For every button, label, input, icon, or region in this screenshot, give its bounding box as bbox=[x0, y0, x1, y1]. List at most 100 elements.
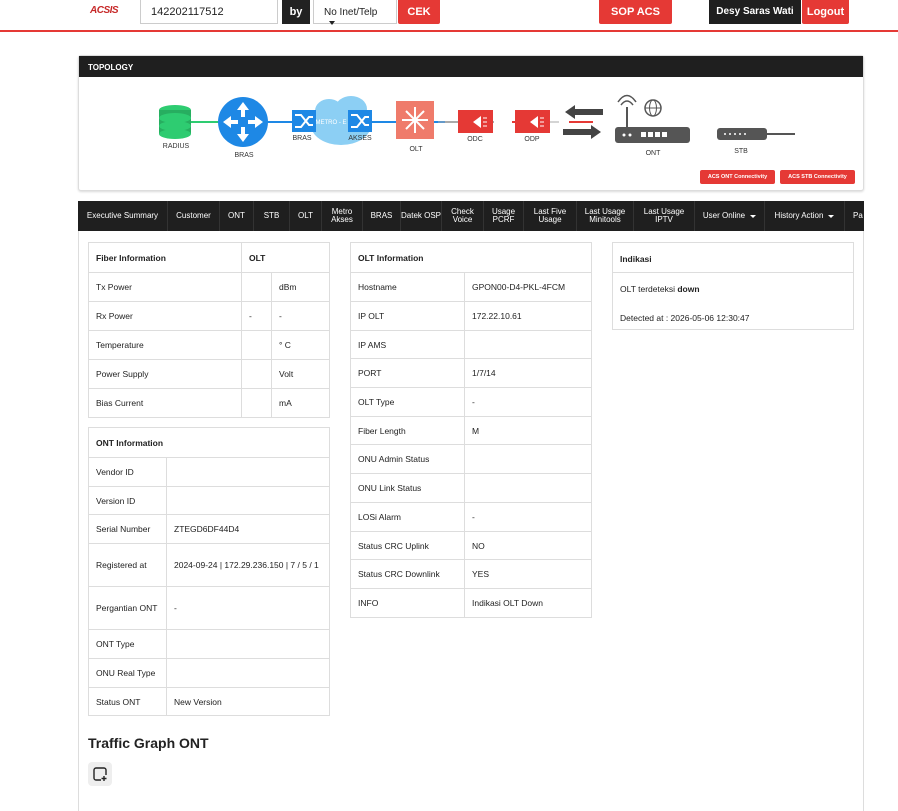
indikasi-detected-at: Detected at : 2026-05-06 12:30:47 bbox=[620, 313, 750, 323]
table-row: IP OLT 172.22.10.61 bbox=[350, 301, 592, 331]
table-row: Status CRC Downlink YES bbox=[350, 559, 592, 589]
ont-value: New Version bbox=[166, 687, 330, 716]
table-row: Pergantian ONT - bbox=[88, 586, 330, 630]
table-row: Vendor ID bbox=[88, 457, 330, 487]
olt-value bbox=[464, 444, 592, 474]
add-box-icon bbox=[93, 767, 107, 781]
olt-label: LOSi Alarm bbox=[350, 502, 465, 532]
ont-label: Status ONT bbox=[88, 687, 167, 716]
table-row: IP AMS bbox=[350, 330, 592, 359]
table-row: Bias Current mA bbox=[88, 388, 330, 418]
olt-label: Status CRC Uplink bbox=[350, 531, 465, 560]
indikasi-title: Indikasi bbox=[613, 243, 853, 273]
odc-icon bbox=[458, 110, 493, 133]
nav-ont[interactable]: ONT bbox=[220, 201, 254, 231]
nav-check-voice[interactable]: Check Voice bbox=[442, 201, 484, 231]
chevron-down-icon bbox=[828, 214, 835, 218]
olt-label: ONU Admin Status bbox=[350, 444, 465, 474]
traffic-graph-title: Traffic Graph ONT bbox=[88, 735, 209, 751]
nav-last-usage-iptv[interactable]: Last Usage IPTV bbox=[634, 201, 695, 231]
odp-label: ODP bbox=[524, 136, 540, 143]
bras-router-icon bbox=[218, 97, 268, 147]
fiber-olt-header: OLT bbox=[241, 242, 330, 273]
ont-value bbox=[166, 486, 330, 515]
olt-icon bbox=[396, 101, 434, 139]
table-row: Status CRC Uplink NO bbox=[350, 531, 592, 560]
nav-datek-osp[interactable]: Datek OSP bbox=[401, 201, 442, 231]
nav-usage-pcrf[interactable]: Usage PCRF bbox=[484, 201, 524, 231]
nav-executive-summary[interactable]: Executive Summary bbox=[78, 201, 168, 231]
search-input[interactable]: 142202117512 bbox=[140, 0, 278, 24]
nav-last-usage-minitools[interactable]: Last Usage Minitools bbox=[577, 201, 634, 231]
acs-ont-connectivity-button[interactable]: ACS ONT Connectivity bbox=[700, 170, 775, 184]
table-row: Temperature ° C bbox=[88, 330, 330, 360]
nav-olt[interactable]: OLT bbox=[290, 201, 322, 231]
ont-value: - bbox=[166, 586, 330, 630]
olt-label: Hostname bbox=[350, 272, 465, 302]
app-logo[interactable]: ACSIS bbox=[90, 5, 119, 16]
by-label: by bbox=[282, 0, 310, 24]
fiber-unit: Volt bbox=[271, 359, 330, 389]
nav-stb[interactable]: STB bbox=[254, 201, 290, 231]
topology-card: TOPOLOGY RADIUS BRAS BRAS METRO - E AKSE… bbox=[78, 55, 864, 191]
indikasi-status: OLT terdeteksi down bbox=[613, 273, 853, 294]
ont-label: ONU Real Type bbox=[88, 658, 167, 688]
fiber-unit: mA bbox=[271, 388, 330, 418]
odp-icon bbox=[515, 110, 550, 133]
ont-information-table: ONT Information Vendor ID Version ID Ser… bbox=[88, 427, 330, 716]
chevron-down-icon bbox=[750, 214, 757, 218]
fiber-value bbox=[241, 359, 272, 389]
nav-metro-akses[interactable]: Metro Akses bbox=[322, 201, 363, 231]
olt-label: ONU Link Status bbox=[350, 473, 465, 503]
olt-value bbox=[464, 330, 592, 359]
table-row: PORT 1/7/14 bbox=[350, 358, 592, 388]
nav-bras[interactable]: BRAS bbox=[363, 201, 401, 231]
fiber-unit: - bbox=[271, 301, 330, 331]
fiber-value bbox=[241, 272, 272, 302]
nav-customer[interactable]: Customer bbox=[168, 201, 220, 231]
search-type-select[interactable]: No Inet/Telp bbox=[313, 0, 397, 26]
table-row: ONT Type bbox=[88, 629, 330, 659]
olt-label: IP OLT bbox=[350, 301, 465, 331]
table-row: Tx Power dBm bbox=[88, 272, 330, 302]
ont-label: Registered at bbox=[88, 543, 167, 587]
nav-last-five-usage[interactable]: Last Five Usage bbox=[524, 201, 577, 231]
radius-label: RADIUS bbox=[162, 143, 190, 150]
olt-value: Indikasi OLT Down bbox=[464, 588, 592, 618]
ont-label: ONT bbox=[645, 150, 661, 157]
olt-label: OLT bbox=[409, 146, 423, 153]
olt-label: INFO bbox=[350, 588, 465, 618]
nav-user-online[interactable]: User Online bbox=[695, 201, 765, 231]
expand-graph-button[interactable] bbox=[88, 762, 112, 786]
nav-user-online-label: User Online bbox=[702, 211, 746, 220]
sop-acs-button[interactable]: SOP ACS bbox=[599, 0, 672, 24]
table-row: Serial Number ZTEGD6DF44D4 bbox=[88, 514, 330, 544]
olt-value: YES bbox=[464, 559, 592, 589]
nav-history-action-label: History Action bbox=[774, 211, 824, 220]
user-name[interactable]: Desy Saras Wati bbox=[709, 0, 801, 24]
table-row: Hostname GPON00-D4-PKL-4FCM bbox=[350, 272, 592, 302]
olt-value: M bbox=[464, 416, 592, 445]
search-type-value: No Inet/Telp bbox=[324, 7, 378, 18]
logout-button[interactable]: Logout bbox=[802, 0, 849, 24]
nav-history-action[interactable]: History Action bbox=[765, 201, 845, 231]
stb-icon bbox=[717, 128, 767, 140]
ont-label: ONT Type bbox=[88, 629, 167, 659]
olt-value: 172.22.10.61 bbox=[464, 301, 592, 331]
ont-value: 2024-09-24 | 172.29.236.150 | 7 / 5 / 1 bbox=[166, 543, 330, 587]
indikasi-status-value: down bbox=[677, 284, 700, 294]
olt-value: 1/7/14 bbox=[464, 358, 592, 388]
ont-value bbox=[166, 658, 330, 688]
olt-label: Fiber Length bbox=[350, 416, 465, 445]
fiber-label: Rx Power bbox=[88, 301, 242, 331]
olt-information-table: OLT Information Hostname GPON00-D4-PKL-4F… bbox=[350, 242, 592, 618]
acs-stb-connectivity-button[interactable]: ACS STB Connectivity bbox=[780, 170, 855, 184]
ont-label: Vendor ID bbox=[88, 457, 167, 487]
bras-label: BRAS bbox=[234, 152, 254, 159]
cek-button[interactable]: CEK bbox=[398, 0, 440, 24]
nav-truncated-item[interactable]: Pa S bbox=[845, 201, 864, 231]
indikasi-panel: Indikasi OLT terdeteksi down Detected at… bbox=[612, 242, 854, 330]
olt-label: Status CRC Downlink bbox=[350, 559, 465, 589]
fiber-title: Fiber Information bbox=[88, 242, 242, 273]
top-bar: ACSIS 142202117512 by No Inet/Telp CEK S… bbox=[0, 0, 898, 32]
